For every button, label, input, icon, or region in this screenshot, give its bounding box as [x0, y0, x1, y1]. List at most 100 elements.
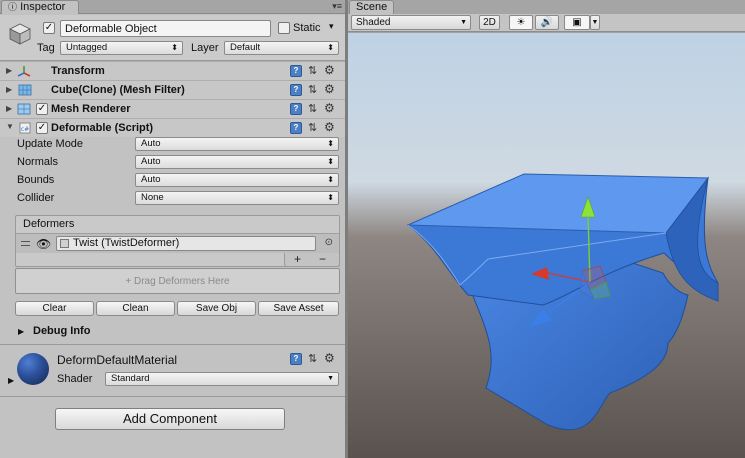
chevron-down-icon: ▼	[327, 375, 334, 382]
layer-dropdown[interactable]: Default ⬍	[224, 41, 339, 55]
help-icon[interactable]: ?	[290, 84, 302, 96]
divider	[0, 396, 345, 397]
static-dropdown-icon[interactable]: ▾	[329, 21, 334, 32]
deformable-enabled-checkbox[interactable]: ✓	[36, 122, 48, 134]
collider-value: None	[141, 192, 164, 203]
preset-icon[interactable]: ⇅	[308, 352, 317, 365]
mesh-renderer-enabled-checkbox[interactable]: ✓	[36, 103, 48, 115]
active-checkbox[interactable]: ✓	[43, 22, 55, 34]
script-mini-icon	[60, 239, 69, 248]
clean-button[interactable]: Clean	[96, 301, 175, 316]
add-deformer-button[interactable]: +	[294, 252, 301, 266]
bounds-dropdown[interactable]: Auto ⬍	[135, 173, 339, 187]
collider-dropdown[interactable]: None ⬍	[135, 191, 339, 205]
tab-inspector[interactable]: ⓘ Inspector	[1, 0, 79, 14]
tag-label: Tag	[37, 42, 55, 54]
draw-mode-value: Shaded	[356, 17, 391, 28]
effects-menu-chevron-icon[interactable]: ▼	[590, 15, 600, 30]
mesh-filter-icon	[18, 84, 32, 96]
component-mesh-renderer[interactable]: ▶ ✓ Mesh Renderer ? ⇅ ⚙	[0, 99, 345, 118]
scene-viewport[interactable]	[348, 33, 745, 458]
bounds-label: Bounds	[17, 174, 55, 186]
drag-handle-icon[interactable]	[21, 241, 30, 246]
normals-label: Normals	[17, 156, 58, 168]
drag-deformers-dropzone[interactable]: + Drag Deformers Here	[15, 268, 340, 294]
tab-scene[interactable]: Scene	[349, 0, 395, 14]
preset-icon[interactable]: ⇅	[308, 102, 317, 115]
help-icon[interactable]: ?	[290, 122, 302, 134]
foldout-open-icon[interactable]: ▼	[6, 122, 14, 131]
material-header-icons: ? ⇅ ⚙	[290, 351, 340, 366]
chevron-updown-icon: ⬍	[327, 193, 334, 202]
component-header-icons: ? ⇅ ⚙	[290, 63, 340, 78]
debug-info-foldout[interactable]: Debug Info	[33, 325, 90, 337]
chevron-updown-icon: ⬍	[327, 139, 334, 148]
draw-mode-dropdown[interactable]: Shaded ▼	[351, 15, 471, 30]
preset-icon[interactable]: ⇅	[308, 64, 317, 77]
component-header-icons: ? ⇅ ⚙	[290, 120, 340, 135]
info-icon: ⓘ	[8, 2, 18, 12]
preset-icon[interactable]: ⇅	[308, 83, 317, 96]
component-title: Deformable (Script)	[51, 122, 154, 134]
normals-dropdown[interactable]: Auto ⬍	[135, 155, 339, 169]
remove-deformer-button[interactable]: −	[319, 252, 326, 266]
shader-label: Shader	[57, 373, 93, 385]
chevron-updown-icon: ⬍	[327, 43, 334, 52]
gear-icon[interactable]: ⚙	[324, 82, 335, 96]
gear-icon[interactable]: ⚙	[324, 63, 335, 77]
foldout-arrow-icon[interactable]: ▶	[18, 327, 24, 336]
gameobject-header: ✓ Deformable Object Static ▾ Tag Untagge…	[0, 15, 345, 61]
gear-icon[interactable]: ⚙	[324, 120, 335, 134]
foldout-arrow-icon[interactable]: ▶	[6, 85, 12, 94]
object-name-field[interactable]: Deformable Object	[60, 20, 271, 37]
svg-text:c#: c#	[21, 126, 29, 133]
inspector-panel: ⓘ Inspector ▾≡ ✓ Deformable Object Stati…	[0, 0, 345, 458]
component-header-icons: ? ⇅ ⚙	[290, 82, 340, 97]
eye-icon[interactable]: 👁	[36, 237, 51, 251]
deformer-list-item[interactable]: 👁 Twist (TwistDeformer) ⊙	[16, 233, 339, 253]
lighting-toggle-icon[interactable]: ☀	[509, 15, 533, 30]
update-mode-dropdown[interactable]: Auto ⬍	[135, 137, 339, 151]
object-picker-icon[interactable]: ⊙	[325, 237, 333, 248]
help-icon[interactable]: ?	[290, 103, 302, 115]
collider-label: Collider	[17, 192, 55, 204]
component-deformable-script[interactable]: ▼ c# ✓ Deformable (Script) ? ⇅ ⚙	[0, 118, 345, 137]
foldout-arrow-icon[interactable]: ▶	[6, 66, 12, 75]
save-obj-button[interactable]: Save Obj	[177, 301, 256, 316]
mesh-renderer-icon	[17, 103, 31, 115]
tab-inspector-label: Inspector	[20, 1, 66, 13]
gear-icon[interactable]: ⚙	[324, 101, 335, 115]
panel-menu-icon[interactable]: ▾≡	[332, 1, 342, 12]
gear-icon[interactable]: ⚙	[324, 351, 335, 365]
divider	[0, 344, 345, 345]
foldout-arrow-icon[interactable]: ▶	[6, 104, 12, 113]
audio-toggle-icon[interactable]: 🔊	[535, 15, 559, 30]
update-mode-label: Update Mode	[17, 138, 84, 150]
help-icon[interactable]: ?	[290, 353, 302, 365]
transform-icon	[17, 66, 31, 77]
component-title: Mesh Renderer	[51, 103, 131, 115]
preset-icon[interactable]: ⇅	[308, 121, 317, 134]
chevron-updown-icon: ⬍	[327, 175, 334, 184]
scene-toolbar: Shaded ▼ 2D ☀ 🔊 ▣ ▼	[348, 14, 745, 32]
material-preview-sphere	[17, 353, 49, 385]
foldout-arrow-icon[interactable]: ▶	[8, 376, 14, 385]
material-name: DeformDefaultMaterial	[57, 353, 178, 367]
component-transform[interactable]: ▶ Transform ? ⇅ ⚙	[0, 61, 345, 80]
bounds-value: Auto	[141, 174, 161, 185]
scene-tabbar: Scene	[348, 0, 745, 14]
save-asset-button[interactable]: Save Asset	[258, 301, 339, 316]
tag-dropdown[interactable]: Untagged ⬍	[60, 41, 183, 55]
component-mesh-filter[interactable]: ▶ Cube(Clone) (Mesh Filter) ? ⇅ ⚙	[0, 80, 345, 99]
help-icon[interactable]: ?	[290, 65, 302, 77]
layer-label: Layer	[191, 42, 219, 54]
shader-dropdown[interactable]: Standard ▼	[105, 372, 339, 386]
tag-value: Untagged	[66, 42, 108, 53]
effects-toggle-icon[interactable]: ▣	[564, 15, 590, 30]
static-checkbox[interactable]	[278, 22, 290, 34]
deformer-object-field[interactable]: Twist (TwistDeformer)	[56, 236, 316, 251]
add-component-button[interactable]: Add Component	[55, 408, 285, 430]
layer-value: Default	[230, 42, 261, 53]
toggle-2d-button[interactable]: 2D	[479, 15, 500, 30]
clear-button[interactable]: Clear	[15, 301, 94, 316]
